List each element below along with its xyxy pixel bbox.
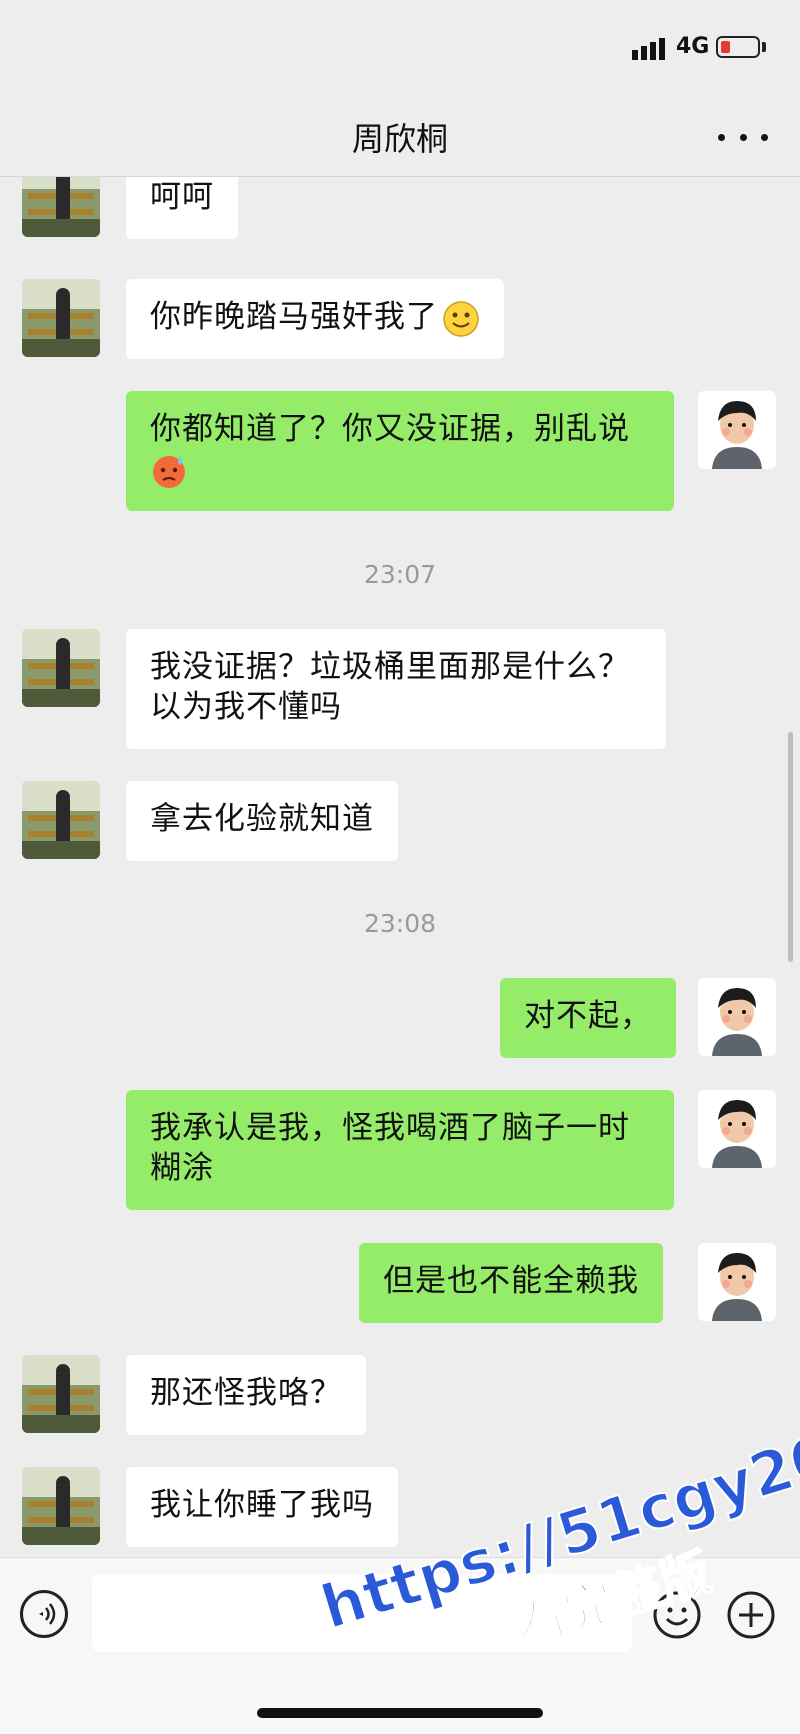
message-text: 对不起， bbox=[524, 998, 652, 1034]
contact-avatar[interactable] bbox=[22, 629, 100, 707]
ellipsis-icon[interactable] bbox=[718, 122, 768, 152]
message-bubble-outgoing[interactable]: 对不起， bbox=[500, 978, 676, 1058]
message-bubble-incoming[interactable]: 拿去化验就知道 bbox=[126, 781, 398, 861]
message-text: 那还怪我咯？ bbox=[150, 1375, 342, 1411]
contact-avatar[interactable] bbox=[22, 1467, 100, 1545]
timestamp: 23:08 bbox=[363, 909, 437, 938]
message-bubble-outgoing[interactable]: 我承认是我，怪我喝酒了脑子一时糊涂 bbox=[126, 1090, 674, 1210]
message-bubble-incoming[interactable]: 那还怪我咯？ bbox=[126, 1355, 366, 1435]
status-bar: 4G bbox=[0, 0, 800, 100]
voice-icon[interactable] bbox=[20, 1590, 68, 1638]
message-text: 但是也不能全赖我 bbox=[383, 1263, 639, 1299]
message-bubble-incoming[interactable]: 呵呵 bbox=[126, 177, 238, 239]
message-text: 你都知道了？你又没证据，别乱说 bbox=[150, 411, 630, 447]
network-type: 4G bbox=[676, 34, 710, 59]
message-text: 你昨晚踏马强奸我了 bbox=[150, 299, 438, 335]
chat-area[interactable]: 呵呵 你昨晚踏马强奸我了 你都知道了？你又没证据，别乱说 23:07 我没证据？… bbox=[0, 177, 800, 1557]
message-text: 呵呵 bbox=[150, 179, 214, 215]
chat-title: 周欣桐 bbox=[351, 120, 448, 158]
message-bubble-outgoing[interactable]: 但是也不能全赖我 bbox=[359, 1243, 663, 1323]
message-bubble-incoming[interactable]: 我没证据？垃圾桶里面那是什么？以为我不懂吗 bbox=[126, 629, 666, 749]
contact-avatar[interactable] bbox=[22, 1355, 100, 1433]
contact-avatar[interactable] bbox=[22, 279, 100, 357]
message-text: 我承认是我，怪我喝酒了脑子一时糊涂 bbox=[150, 1110, 630, 1186]
smile-emoji bbox=[443, 300, 479, 337]
battery-level bbox=[721, 41, 730, 53]
home-indicator[interactable] bbox=[257, 1708, 543, 1718]
message-text: 拿去化验就知道 bbox=[150, 801, 374, 837]
message-text: 我没证据？垃圾桶里面那是什么？以为我不懂吗 bbox=[150, 649, 630, 725]
scrollbar[interactable] bbox=[788, 732, 793, 962]
message-bubble-outgoing[interactable]: 你都知道了？你又没证据，别乱说 bbox=[126, 391, 674, 511]
timestamp: 23:07 bbox=[363, 560, 437, 589]
my-avatar[interactable] bbox=[698, 391, 776, 469]
battery-icon bbox=[716, 36, 760, 58]
my-avatar[interactable] bbox=[698, 978, 776, 1056]
my-avatar[interactable] bbox=[698, 1243, 776, 1321]
nav-bar: 周欣桐 bbox=[0, 100, 800, 177]
message-bubble-incoming[interactable]: 你昨晚踏马强奸我了 bbox=[126, 279, 504, 359]
battery-tip bbox=[762, 42, 766, 52]
signal-icon bbox=[632, 38, 665, 60]
contact-avatar[interactable] bbox=[22, 177, 100, 237]
sweat-emoji bbox=[153, 455, 185, 488]
contact-avatar[interactable] bbox=[22, 781, 100, 859]
my-avatar[interactable] bbox=[698, 1090, 776, 1168]
